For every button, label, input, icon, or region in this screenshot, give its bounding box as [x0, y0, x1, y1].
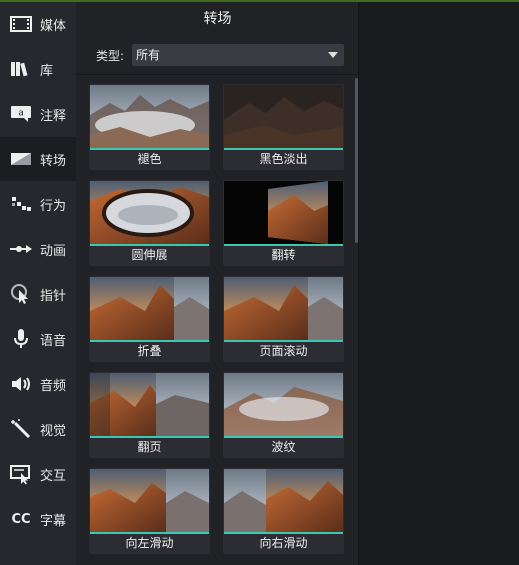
sidebar-item-label: 媒体: [40, 19, 67, 34]
transition-thumbnail: [90, 181, 209, 244]
transition-tile-page-roll[interactable]: 页面滚动: [223, 276, 344, 362]
chevron-down-icon: [328, 52, 338, 58]
transition-thumbnail: [224, 469, 343, 532]
closed-caption-icon: CC: [11, 511, 31, 527]
transition-tile-fold[interactable]: 折叠: [89, 276, 210, 362]
transition-name: 翻页: [137, 440, 162, 454]
transition-name: 黑色淡出: [259, 152, 308, 166]
sidebar-item-label: 行为: [40, 199, 67, 214]
sidebar-item-annotations[interactable]: a 注释: [0, 92, 76, 136]
microphone-icon: [9, 328, 33, 350]
sidebar-item-label: 指针: [40, 289, 67, 304]
transition-name: 页面滚动: [259, 344, 308, 358]
cursor-pointer-icon: [9, 283, 33, 305]
animation-arrow-icon: [9, 238, 33, 260]
transition-thumbnail: [224, 277, 343, 340]
transition-thumbnail: [90, 373, 209, 436]
transition-name: 向左滑动: [125, 536, 174, 550]
sidebar-item-label: 音频: [40, 379, 67, 394]
sidebar-item-label: 视觉: [40, 424, 67, 439]
transition-name: 褪色: [137, 152, 162, 166]
sidebar-item-cursor[interactable]: 指针: [0, 272, 76, 316]
sidebar: 媒体 库 a 注释 转场 行为 动画 指针 语音 音频 视觉 交互 CC 字幕: [0, 2, 76, 565]
transition-tile-slide-left[interactable]: 向左滑动: [89, 468, 210, 554]
transition-thumbnail: [90, 85, 209, 148]
transition-icon: [9, 148, 33, 170]
sidebar-item-label: 转场: [40, 154, 67, 169]
behavior-icon: [9, 193, 33, 215]
transitions-panel: 转场 类型: 所有 褪色 黑色淡出 圆伸展 翻转 折叠 页面滚动 翻页 波纹 向…: [76, 2, 359, 565]
sidebar-item-library[interactable]: 库: [0, 47, 76, 91]
annotation-icon: a: [9, 103, 33, 125]
film-strip-icon: [9, 13, 33, 35]
preview-canvas-area[interactable]: [360, 2, 519, 565]
sidebar-item-label: 字幕: [40, 514, 67, 529]
sidebar-item-behaviors[interactable]: 行为: [0, 182, 76, 226]
transition-thumbnail: [90, 277, 209, 340]
speaker-icon: [9, 373, 33, 395]
transition-thumbnail: [224, 181, 343, 244]
transition-tile-fade[interactable]: 褪色: [89, 84, 210, 170]
transition-name: 圆伸展: [131, 248, 168, 262]
type-filter-row: 类型: 所有: [96, 44, 344, 66]
sidebar-item-voice[interactable]: 语音: [0, 317, 76, 361]
type-filter-value: 所有: [136, 48, 161, 62]
transition-name: 波纹: [271, 440, 296, 454]
sidebar-item-transitions[interactable]: 转场: [0, 137, 76, 181]
sidebar-item-visual[interactable]: 视觉: [0, 407, 76, 451]
sidebar-item-audio[interactable]: 音频: [0, 362, 76, 406]
transition-name: 折叠: [137, 344, 162, 358]
sidebar-item-media[interactable]: 媒体: [0, 2, 76, 46]
transition-name: 向右滑动: [259, 536, 308, 550]
transition-tile-ripple[interactable]: 波纹: [223, 372, 344, 458]
transition-thumbnail: [224, 85, 343, 148]
sidebar-item-animations[interactable]: 动画: [0, 227, 76, 271]
panel-scrollbar[interactable]: [355, 78, 358, 243]
sidebar-item-label: 语音: [40, 334, 67, 349]
transition-tile-slide-right[interactable]: 向右滑动: [223, 468, 344, 554]
transition-name: 翻转: [271, 248, 296, 262]
transition-tile-fade-to-black[interactable]: 黑色淡出: [223, 84, 344, 170]
panel-title: 转场: [203, 11, 232, 27]
sidebar-item-label: 动画: [40, 244, 67, 259]
library-books-icon: [9, 58, 33, 80]
type-filter-label: 类型:: [96, 48, 125, 63]
transition-thumbnail: [224, 373, 343, 436]
sidebar-item-label: 库: [40, 64, 54, 79]
sidebar-item-label: 交互: [40, 469, 67, 484]
interactive-icon: [9, 463, 33, 485]
sidebar-item-interactive[interactable]: 交互: [0, 452, 76, 496]
transition-thumbnail: [90, 469, 209, 532]
transition-tile-flip[interactable]: 翻转: [223, 180, 344, 266]
sidebar-item-label: 注释: [40, 109, 67, 124]
svg-text:a: a: [18, 109, 24, 119]
magic-wand-icon: [9, 418, 33, 440]
sidebar-item-captions[interactable]: CC 字幕: [0, 497, 76, 541]
transition-tile-circle-stretch[interactable]: 圆伸展: [89, 180, 210, 266]
transition-tile-page-turn[interactable]: 翻页: [89, 372, 210, 458]
panel-divider: [76, 74, 359, 75]
type-filter-dropdown[interactable]: 所有: [132, 44, 344, 66]
